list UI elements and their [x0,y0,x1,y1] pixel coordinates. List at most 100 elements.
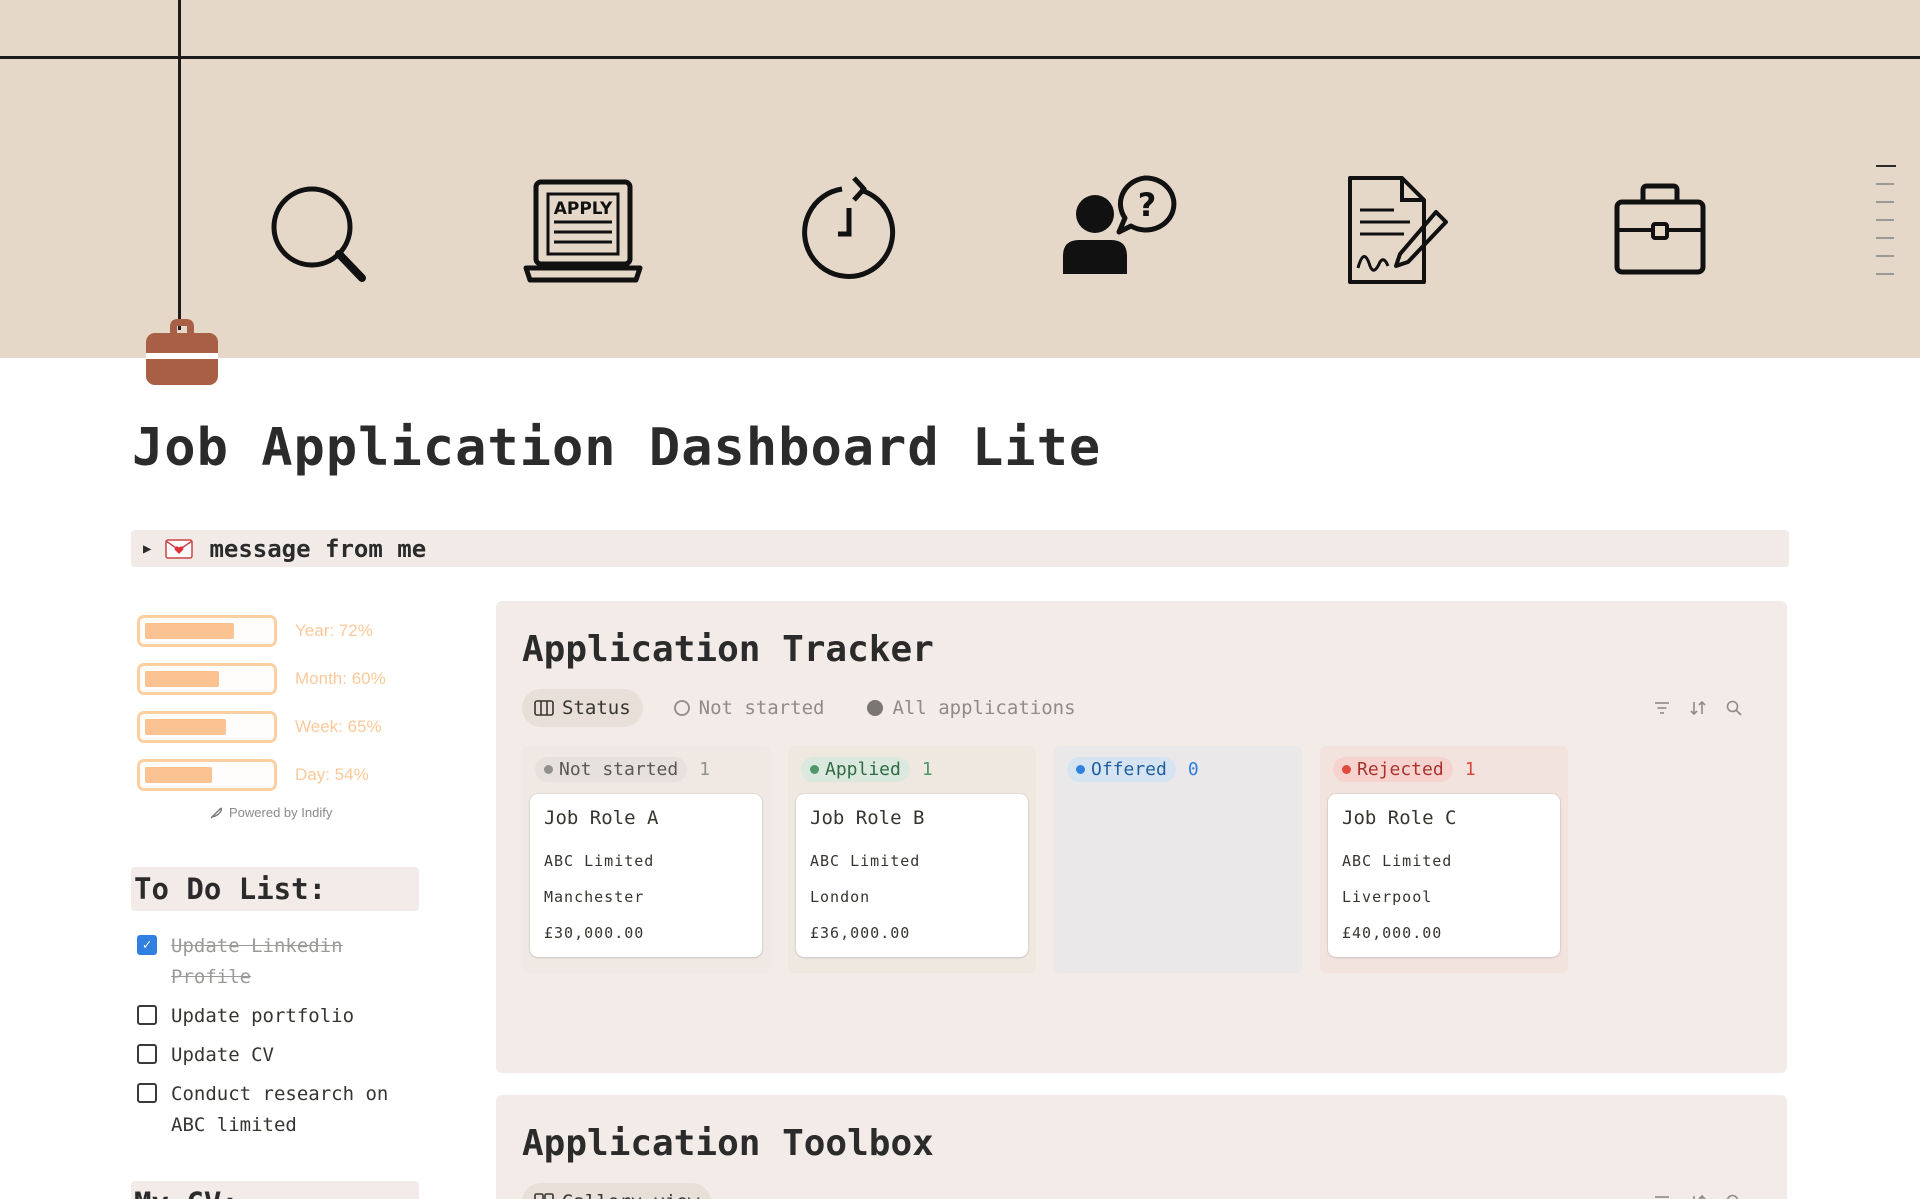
circle-outline-icon [673,700,690,716]
progress-widget: Year: 72% Month: 60% Week: 65% Day: 54% … [137,607,437,820]
view-tabs: Status Not started All applications [522,689,1088,727]
todo-text[interactable]: Update portfolio [171,1001,354,1032]
powered-by-link[interactable]: Powered by Indify [209,805,437,820]
search-icon [250,172,380,292]
cover-horizontal-line [0,56,1920,59]
progress-fill [145,767,212,783]
cover-banner: APPLY ? [0,0,1920,358]
todo-heading: To Do List: [131,867,419,911]
status-pill: Not started [535,756,688,782]
search-icon[interactable] [1725,1193,1743,1199]
board-view-icon [534,700,554,716]
card-company: ABC Limited [810,852,921,870]
column-header[interactable]: Applied 1 [796,754,1028,784]
tab-gallery-view[interactable]: Gallery view [522,1183,712,1199]
progress-row-day: Day: 54% [137,751,437,799]
board-column-offered: Offered 0 [1054,746,1302,973]
card-company: ABC Limited [544,852,655,870]
todo-checkbox[interactable]: ✓ [137,935,157,955]
love-letter-icon [165,538,194,559]
page-title: Job Application Dashboard Lite [132,418,1102,478]
column-count: 1 [921,758,933,780]
application-card[interactable]: Job Role B ABC Limited London £36,000.00 [796,794,1028,957]
status-label: Rejected [1357,758,1444,780]
column-header[interactable]: Offered 0 [1062,754,1294,784]
application-card[interactable]: Job Role A ABC Limited Manchester £30,00… [530,794,762,957]
svg-text:?: ? [1138,186,1157,224]
tab-not-started[interactable]: Not started [661,689,837,727]
card-salary: £36,000.00 [810,924,911,942]
application-card[interactable]: Job Role C ABC Limited Liverpool £40,000… [1328,794,1560,957]
progress-label-month: Month: 60% [295,669,386,688]
database-tools [1653,699,1743,717]
todo-checkbox[interactable] [137,1044,157,1064]
cv-heading: My CV: [131,1181,419,1199]
column-header[interactable]: Rejected 1 [1328,754,1560,784]
progress-fill [145,671,220,687]
board-column-rejected: Rejected 1 Job Role C ABC Limited Liverp… [1320,746,1568,973]
application-toolbox-panel: Application Toolbox Gallery view [496,1095,1787,1199]
column-count: 0 [1187,758,1199,780]
filter-icon[interactable] [1653,699,1671,717]
card-title: Job Role A [544,807,659,829]
status-dot [810,764,819,774]
progress-fill [145,623,235,639]
progress-bar-year [137,615,277,647]
todo-text[interactable]: Update Linkedin Profile [171,931,427,993]
todo-checkbox[interactable] [137,1005,157,1025]
contract-sign-icon [1324,172,1454,292]
board-column-not-started: Not started 1 Job Role A ABC Limited Man… [522,746,770,973]
todo-text[interactable]: Update CV [171,1040,274,1071]
sort-icon[interactable] [1689,699,1707,717]
progress-label-day: Day: 54% [295,765,369,784]
briefcase-icon [1595,172,1725,292]
toggle-arrow-icon[interactable]: ▶ [143,541,151,557]
page-briefcase-icon[interactable] [142,313,222,393]
progress-label-year: Year: 72% [295,621,373,640]
tracker-title: Application Tracker [522,629,934,670]
message-toggle[interactable]: ▶ message from me [131,530,1789,567]
todo-item: Update CV [137,1040,427,1071]
progress-fill [145,719,226,735]
toolbox-tools [1653,1193,1743,1199]
column-count: 1 [699,758,711,780]
card-company: ABC Limited [1342,852,1453,870]
cover-vertical-line [178,0,181,330]
tab-label: Not started [698,697,825,719]
card-location: Manchester [544,888,645,906]
status-pill: Applied [801,756,910,782]
progress-row-week: Week: 65% [137,703,437,751]
person-question-icon: ? [1055,172,1185,292]
todo-list: ✓ Update Linkedin Profile Update portfol… [137,931,427,1149]
column-count: 1 [1464,758,1476,780]
status-label: Applied [825,758,901,780]
todo-text[interactable]: Conduct research on ABC limited [171,1079,427,1141]
apply-icon-text: APPLY [554,199,613,219]
sort-icon[interactable] [1689,1193,1707,1199]
laptop-apply-icon: APPLY [518,172,648,292]
table-of-contents-marks[interactable] [1876,165,1896,291]
filter-icon[interactable] [1653,1193,1671,1199]
board-column-applied: Applied 1 Job Role B ABC Limited London … [788,746,1036,973]
card-title: Job Role C [1342,807,1457,829]
gallery-view-icon [534,1193,554,1199]
toolbox-view-tabs: Gallery view [522,1183,712,1199]
column-header[interactable]: Not started 1 [530,754,762,784]
feather-icon [210,807,223,818]
status-dot [1342,764,1351,774]
card-location: Liverpool [1342,888,1433,906]
status-label: Not started [559,758,679,780]
todo-item: Update portfolio [137,1001,427,1032]
card-salary: £40,000.00 [1342,924,1443,942]
status-dot [1076,764,1085,774]
todo-checkbox[interactable] [137,1083,157,1103]
card-salary: £30,000.00 [544,924,645,942]
status-dot [544,764,553,774]
progress-bar-day [137,759,277,791]
status-label: Offered [1091,758,1167,780]
tab-all-applications[interactable]: All applications [854,689,1087,727]
search-icon[interactable] [1725,699,1743,717]
tab-status[interactable]: Status [522,689,643,727]
circle-filled-icon [867,700,884,716]
progress-row-month: Month: 60% [137,655,437,703]
